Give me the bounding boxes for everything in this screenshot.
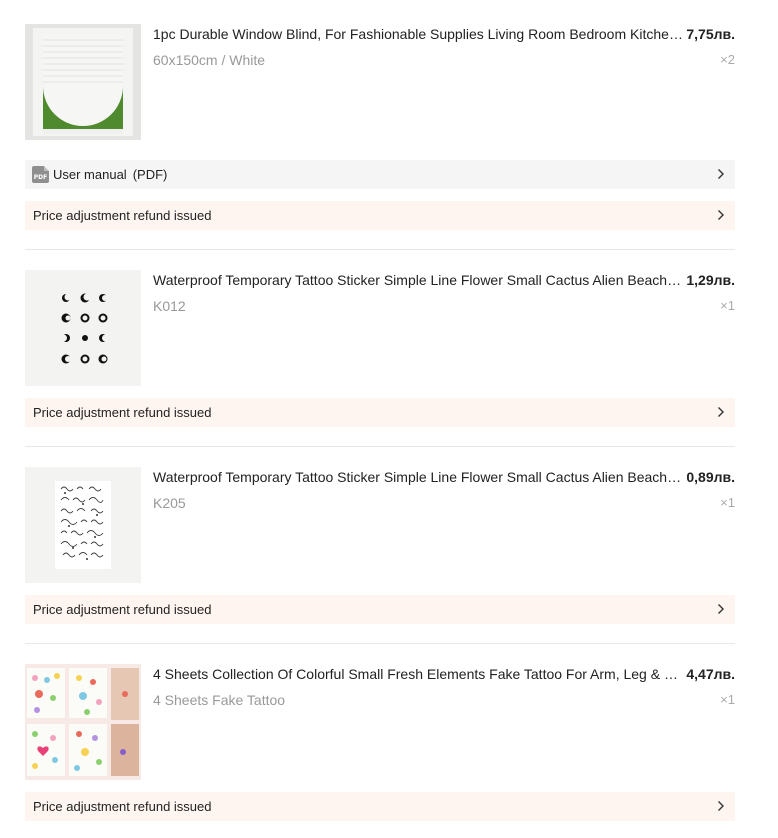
refund-status-bar[interactable]: Price adjustment refund issued [25,201,735,230]
refund-status-bar[interactable]: Price adjustment refund issued [25,792,735,821]
refund-status-bar[interactable]: Price adjustment refund issued [25,595,735,624]
order-item: Waterproof Temporary Tattoo Sticker Simp… [25,270,735,427]
product-title[interactable]: Waterproof Temporary Tattoo Sticker Simp… [153,468,683,486]
order-item: 4 Sheets Collection Of Colorful Small Fr… [25,664,735,821]
product-variant: K012 [153,298,186,314]
product-thumbnail[interactable] [25,467,141,583]
product-title[interactable]: 1pc Durable Window Blind, For Fashionabl… [153,25,683,43]
product-title[interactable]: 4 Sheets Collection Of Colorful Small Fr… [153,665,683,683]
chevron-right-icon [718,801,724,811]
product-variant: 4 Sheets Fake Tattoo [153,692,286,708]
product-quantity: ×1 [720,495,735,510]
product-info: 4 Sheets Collection Of Colorful Small Fr… [153,664,735,780]
chevron-right-icon [718,604,724,614]
refund-status-text: Price adjustment refund issued [33,405,212,420]
user-manual-label-group: PDF User manual (PDF) [32,166,168,183]
item-divider [25,249,735,250]
colorful-tattoo-image [25,664,141,780]
refund-status-bar[interactable]: Price adjustment refund issued [25,398,735,427]
product-price: 1,29лв. [686,272,735,288]
pdf-icon-corner [44,166,49,171]
refund-status-text: Price adjustment refund issued [33,208,212,223]
product-variant: K205 [153,495,186,511]
pdf-icon: PDF [32,166,49,183]
user-manual-link[interactable]: PDF User manual (PDF) [25,160,735,189]
window-blind-image [25,24,141,140]
pdf-icon-text: PDF [33,174,48,181]
moon-tattoo-image [25,270,141,386]
product-thumbnail[interactable] [25,24,141,140]
order-item: 1pc Durable Window Blind, For Fashionabl… [25,24,735,230]
flower-tattoo-image [25,467,141,583]
product-quantity: ×1 [720,298,735,313]
product-price: 0,89лв. [686,469,735,485]
refund-status-text: Price adjustment refund issued [33,602,212,617]
product-title[interactable]: Waterproof Temporary Tattoo Sticker Simp… [153,271,683,289]
chevron-right-icon [718,210,724,220]
product-variant: 60x150cm / White [153,52,266,68]
product-price: 7,75лв. [686,26,735,42]
chevron-right-icon [718,169,724,179]
product-row: Waterproof Temporary Tattoo Sticker Simp… [25,467,735,583]
chevron-right-icon [718,407,724,417]
product-info: Waterproof Temporary Tattoo Sticker Simp… [153,270,735,386]
product-info: 1pc Durable Window Blind, For Fashionabl… [153,24,735,140]
product-row: 1pc Durable Window Blind, For Fashionabl… [25,24,735,140]
user-manual-format: (PDF) [132,167,168,182]
product-row: Waterproof Temporary Tattoo Sticker Simp… [25,270,735,386]
product-row: 4 Sheets Collection Of Colorful Small Fr… [25,664,735,780]
refund-status-text: Price adjustment refund issued [33,799,212,814]
product-quantity: ×2 [720,52,735,67]
product-info: Waterproof Temporary Tattoo Sticker Simp… [153,467,735,583]
product-thumbnail[interactable] [25,664,141,780]
product-price: 4,47лв. [686,666,735,682]
product-thumbnail[interactable] [25,270,141,386]
item-divider [25,643,735,644]
item-divider [25,446,735,447]
user-manual-label: User manual [53,167,127,182]
product-quantity: ×1 [720,692,735,707]
order-item: Waterproof Temporary Tattoo Sticker Simp… [25,467,735,624]
